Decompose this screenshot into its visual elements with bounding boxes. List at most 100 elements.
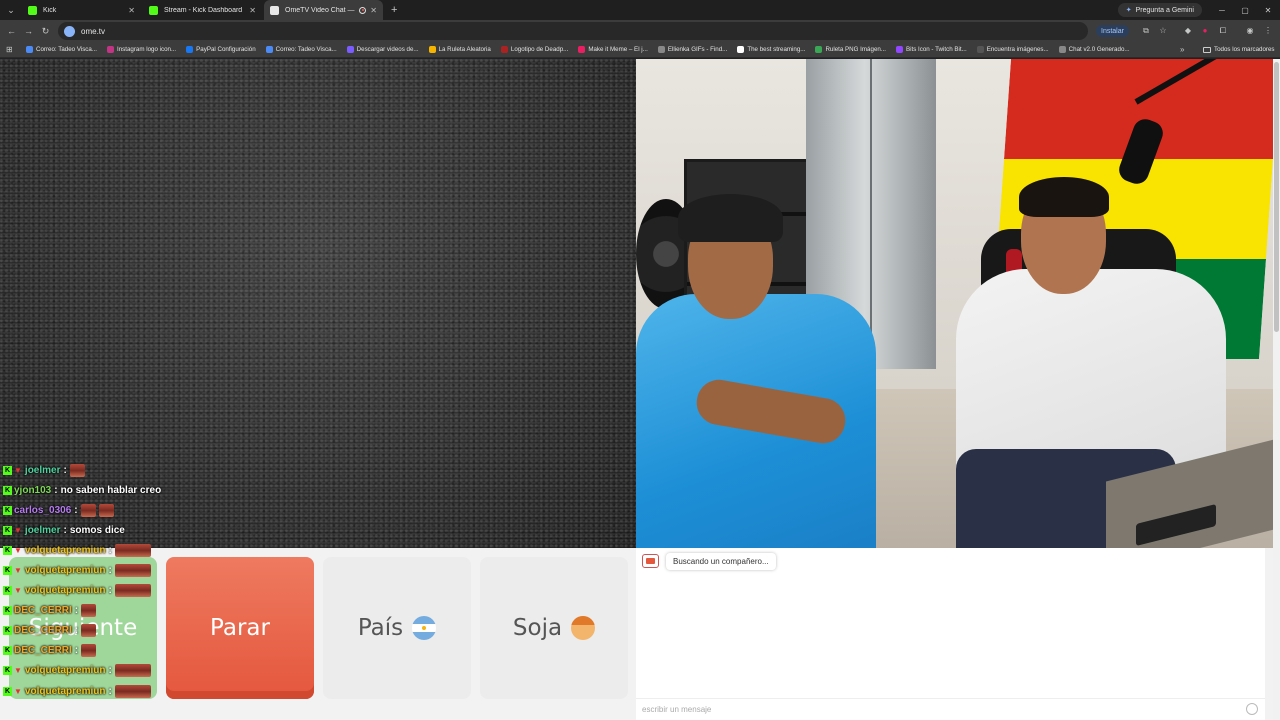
- scene-person-right-hair: [1019, 177, 1109, 217]
- tab-kick-dashboard[interactable]: Stream - Kick Dashboard ✕: [143, 0, 262, 20]
- kick-icon: [28, 5, 37, 15]
- chat-message: Kcarlos_0306:: [0, 500, 180, 520]
- install-app-button[interactable]: Instalar: [1096, 25, 1129, 37]
- bookmark-favicon-icon: [186, 46, 194, 53]
- bookmark-favicon-icon: [428, 46, 436, 53]
- chat-text: no saben hablar creo: [60, 484, 162, 496]
- ometv-icon: [270, 5, 279, 15]
- bookmark-item[interactable]: PayPal Configuración: [186, 46, 256, 53]
- forward-icon[interactable]: →: [20, 26, 37, 36]
- extension-icon[interactable]: ●: [1200, 26, 1210, 36]
- minimize-icon[interactable]: ─: [1210, 0, 1234, 20]
- emote-icon: [81, 644, 97, 658]
- chat-username[interactable]: volquetapremiun: [25, 585, 106, 596]
- bookmark-favicon-icon: [107, 46, 114, 53]
- gender-button[interactable]: Soja: [480, 557, 628, 699]
- close-tab-icon[interactable]: ✕: [249, 6, 256, 15]
- bookmark-item[interactable]: Correo: Tadeo Visca...: [26, 46, 97, 53]
- recording-icon: [359, 6, 367, 14]
- chat-username[interactable]: volquetapremiun: [25, 545, 106, 556]
- chat-separator: :: [74, 605, 79, 617]
- tab-search-icon[interactable]: ⌄: [0, 0, 22, 20]
- tab-kick[interactable]: Kick ✕: [22, 0, 141, 20]
- bookmark-item[interactable]: Descargar videos de...: [346, 46, 419, 53]
- bookmark-favicon-icon: [815, 46, 823, 53]
- close-window-icon[interactable]: ✕: [1256, 0, 1280, 20]
- chat-username[interactable]: DEC_CERRI: [14, 605, 72, 616]
- emote-icon: [81, 624, 97, 638]
- bookmark-item[interactable]: La Ruleta Aleatoria: [428, 46, 491, 53]
- all-bookmarks-button[interactable]: Todos los marcadores: [1203, 42, 1275, 58]
- scrollbar-thumb[interactable]: [1274, 62, 1279, 332]
- bookmark-item[interactable]: Make it Meme – El j...: [578, 46, 648, 53]
- menu-kebab-icon[interactable]: ⋮: [1263, 26, 1273, 36]
- chat-username[interactable]: volquetapremiun: [25, 665, 106, 676]
- emote-icon: [114, 543, 151, 557]
- emote-icon: [114, 684, 151, 698]
- gemini-button[interactable]: ✦ Pregunta a Gemini: [1117, 3, 1202, 17]
- translate-icon[interactable]: ⧉: [1141, 26, 1151, 36]
- address-bar[interactable]: ome.tv: [58, 22, 1088, 40]
- chat-username[interactable]: volquetapremiun: [25, 686, 106, 697]
- bookmark-label: Ellienka GIFs - Find...: [667, 46, 728, 53]
- emote-icon: [114, 564, 151, 578]
- vip-badge-icon: ▼: [14, 686, 22, 696]
- close-tab-icon[interactable]: ✕: [370, 6, 377, 15]
- bookmark-item[interactable]: Logotipo de Deadp...: [500, 46, 568, 53]
- bookmark-item[interactable]: The best streaming...: [737, 46, 805, 53]
- apps-grid-icon[interactable]: ⊞: [6, 45, 26, 54]
- chat-separator: :: [108, 565, 112, 577]
- chat-message: K ▼ volquetapremiun:: [0, 581, 180, 601]
- gemini-label: Pregunta a Gemini: [1135, 6, 1194, 14]
- kick-badge-icon: K: [3, 505, 12, 515]
- country-button[interactable]: País: [323, 557, 471, 699]
- bookmark-item[interactable]: Ellienka GIFs - Find...: [657, 46, 728, 53]
- bookmark-item[interactable]: Correo: Tadeo Visca...: [265, 46, 337, 53]
- extension-icon[interactable]: ◆: [1183, 26, 1193, 36]
- chat-username[interactable]: volquetapremiun: [25, 565, 106, 576]
- chat-separator: :: [54, 484, 58, 496]
- reload-icon[interactable]: ↻: [37, 26, 54, 37]
- chat-username[interactable]: yjon103: [14, 485, 51, 496]
- bookmark-item[interactable]: Encuentra imágenes...: [976, 46, 1049, 53]
- ometv-text-chat: Buscando un compañero...: [636, 548, 1265, 720]
- bookmark-item[interactable]: Ruleta PNG Imágen...: [815, 46, 886, 53]
- emote-icon: [114, 584, 151, 598]
- bookmarks-bar: ⊞ Correo: Tadeo Visca... Instagram logo i…: [0, 42, 1280, 58]
- tab-ometv[interactable]: OmeTV Video Chat — Alte ✕: [264, 0, 383, 20]
- kick-badge-icon: K: [3, 545, 12, 555]
- chat-message: K ▼ joelmer:: [0, 460, 180, 480]
- new-tab-icon[interactable]: +: [391, 4, 397, 16]
- message-input[interactable]: [636, 698, 1265, 720]
- bookmark-favicon-icon: [1058, 46, 1066, 53]
- bookmark-favicon-icon: [265, 46, 273, 53]
- chat-username[interactable]: DEC_CERRI: [14, 625, 72, 636]
- emoji-icon[interactable]: [1246, 703, 1258, 715]
- back-icon[interactable]: ←: [3, 26, 20, 36]
- stop-button[interactable]: Parar: [166, 557, 314, 699]
- vip-badge-icon: ▼: [14, 545, 22, 555]
- bookmark-item[interactable]: Instagram logo icon...: [107, 46, 176, 53]
- chat-message: K DEC_CERRI:: [0, 601, 180, 621]
- extensions-puzzle-icon[interactable]: ⧠: [1218, 26, 1228, 36]
- chat-separator: :: [63, 464, 67, 476]
- site-info-icon[interactable]: [64, 25, 75, 37]
- bookmark-star-icon[interactable]: ☆: [1158, 26, 1168, 36]
- chat-separator: :: [108, 685, 112, 697]
- close-tab-icon[interactable]: ✕: [128, 6, 135, 15]
- chat-username[interactable]: joelmer: [25, 465, 61, 476]
- bookmark-item[interactable]: Chat v2.0 Generado...: [1058, 46, 1130, 53]
- bookmark-label: Descargar videos de...: [356, 46, 419, 53]
- kick-badge-icon: K: [3, 666, 12, 676]
- folder-icon: [1203, 47, 1211, 53]
- maximize-icon[interactable]: ▢: [1233, 0, 1257, 20]
- profile-avatar-icon[interactable]: ◉: [1245, 26, 1255, 36]
- chat-username[interactable]: DEC_CERRI: [14, 645, 72, 656]
- bookmark-favicon-icon: [500, 46, 508, 53]
- chat-username[interactable]: joelmer: [25, 525, 61, 536]
- tab-title: OmeTV Video Chat — Alte: [285, 6, 356, 14]
- emote-icon: [69, 463, 85, 477]
- bookmark-item[interactable]: Bits Icon - Twitch Bit...: [895, 46, 967, 53]
- chat-username[interactable]: carlos_0306: [14, 505, 71, 516]
- more-bookmarks-icon[interactable]: »: [1180, 42, 1184, 58]
